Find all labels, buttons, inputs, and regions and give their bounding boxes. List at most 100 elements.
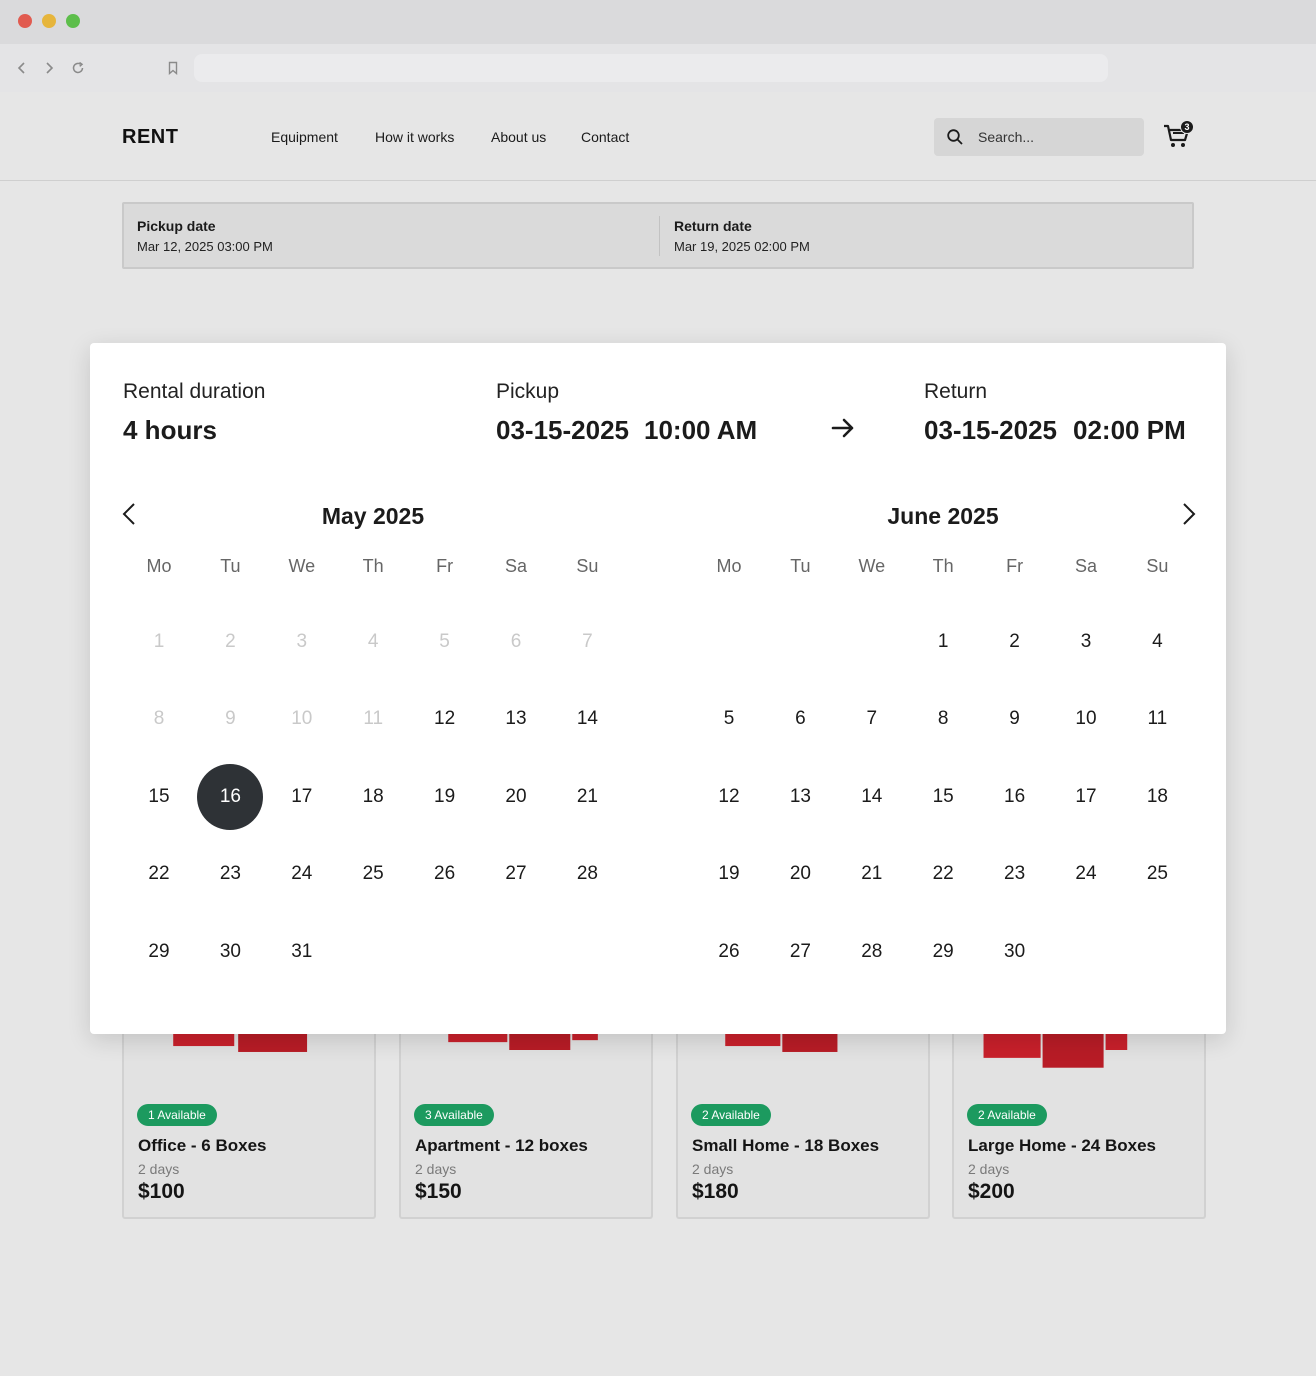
nav-link-about-us[interactable]: About us xyxy=(491,129,546,145)
calendar-day[interactable]: 18 xyxy=(345,769,401,825)
forward-icon[interactable] xyxy=(38,56,60,80)
product-card[interactable]: 1 Available Office - 6 Boxes 2 days $100 xyxy=(122,1020,376,1219)
calendar-day[interactable]: 24 xyxy=(274,846,330,902)
calendar-day[interactable]: 27 xyxy=(772,924,828,980)
calendar-day[interactable]: 22 xyxy=(131,846,187,902)
disabled-day: 8 xyxy=(153,708,165,730)
product-card[interactable]: 3 Available Apartment - 12 boxes 2 days … xyxy=(399,1020,653,1219)
weekday-header-fr: Fr xyxy=(436,556,454,576)
weekday-header-th: Th xyxy=(932,556,954,576)
site-logo[interactable]: RENT xyxy=(122,126,178,149)
calendar-day[interactable]: 24 xyxy=(1058,846,1114,902)
calendar-day[interactable]: 19 xyxy=(701,846,757,902)
pickup-date[interactable]: 03-15-2025 xyxy=(496,415,629,446)
calendar-day[interactable]: 15 xyxy=(915,769,971,825)
calendar-day[interactable]: 3 xyxy=(1058,614,1114,670)
calendar-day[interactable]: 22 xyxy=(915,846,971,902)
calendar-day[interactable]: 26 xyxy=(701,924,757,980)
product-card[interactable]: 2 Available Large Home - 24 Boxes 2 days… xyxy=(952,1020,1206,1219)
return-date-label: Return date xyxy=(674,218,752,234)
calendar-day[interactable]: 25 xyxy=(345,846,401,902)
calendar-day[interactable]: 31 xyxy=(274,924,330,980)
product-name[interactable]: Office - 6 Boxes xyxy=(138,1136,267,1156)
calendar-day[interactable]: 21 xyxy=(844,846,900,902)
calendar-day[interactable]: 26 xyxy=(417,846,473,902)
search-icon xyxy=(947,129,963,145)
product-name[interactable]: Apartment - 12 boxes xyxy=(415,1136,588,1156)
booking-date-bar[interactable] xyxy=(122,202,1194,269)
calendar-day[interactable]: 30 xyxy=(202,924,258,980)
weekday-header-mo: Mo xyxy=(146,556,172,576)
pickup-time[interactable]: 10:00 AM xyxy=(644,415,757,446)
calendar-day[interactable]: 20 xyxy=(488,769,544,825)
calendar-day[interactable]: 28 xyxy=(559,846,615,902)
availability-badge: 2 Available xyxy=(691,1104,771,1126)
calendar-day[interactable]: 8 xyxy=(915,691,971,747)
close-window-button[interactable] xyxy=(18,14,32,28)
return-date-value[interactable]: Mar 19, 2025 02:00 PM xyxy=(674,239,810,254)
selected-day[interactable]: 16 xyxy=(197,763,264,830)
calendar-day[interactable]: 5 xyxy=(701,691,757,747)
availability-badge: 2 Available xyxy=(967,1104,1047,1126)
nav-link-contact[interactable]: Contact xyxy=(581,129,629,145)
calendar-day[interactable]: 1 xyxy=(915,614,971,670)
calendar-day[interactable]: 10 xyxy=(1058,691,1114,747)
calendar-day[interactable]: 16 xyxy=(987,769,1043,825)
disabled-day: 9 xyxy=(225,708,236,730)
product-name[interactable]: Small Home - 18 Boxes xyxy=(692,1136,879,1156)
calendar-day[interactable]: 27 xyxy=(488,846,544,902)
address-bar[interactable] xyxy=(194,54,1108,82)
date-picker-modal: Rental duration 4 hours Pickup 03-15-202… xyxy=(90,343,1226,1034)
calendar-day[interactable]: 2 xyxy=(987,614,1043,670)
minimize-window-button[interactable] xyxy=(42,14,56,28)
calendar-day[interactable]: 30 xyxy=(987,924,1043,980)
calendar-day[interactable]: 13 xyxy=(772,769,828,825)
calendar-day[interactable]: 18 xyxy=(1129,769,1185,825)
calendar-day[interactable]: 21 xyxy=(559,769,615,825)
calendar-day[interactable]: 14 xyxy=(844,769,900,825)
back-icon[interactable] xyxy=(11,56,33,80)
calendar-day[interactable]: 25 xyxy=(1129,846,1185,902)
calendar-day[interactable]: 7 xyxy=(844,691,900,747)
return-time[interactable]: 02:00 PM xyxy=(1073,415,1186,446)
reload-icon[interactable] xyxy=(67,56,89,80)
month-title-may: May 2025 xyxy=(321,503,425,529)
calendar-day[interactable]: 23 xyxy=(202,846,258,902)
calendar-day[interactable]: 12 xyxy=(701,769,757,825)
disabled-day: 1 xyxy=(153,631,165,652)
search-input[interactable] xyxy=(972,119,1138,155)
arrow-right-icon xyxy=(831,418,854,438)
calendar-day[interactable]: 17 xyxy=(274,769,330,825)
calendar-day[interactable]: 15 xyxy=(131,769,187,825)
pickup-date-value[interactable]: Mar 12, 2025 03:00 PM xyxy=(137,239,273,254)
disabled-day: 4 xyxy=(367,631,379,652)
nav-link-equipment[interactable]: Equipment xyxy=(271,129,338,145)
product-name[interactable]: Large Home - 24 Boxes xyxy=(968,1136,1156,1156)
calendar-day[interactable]: 28 xyxy=(844,924,900,980)
calendar-day[interactable]: 14 xyxy=(559,691,615,747)
calendar-day[interactable]: 29 xyxy=(915,924,971,980)
calendar-day[interactable]: 13 xyxy=(488,691,544,747)
weekday-header-sa: Sa xyxy=(1074,556,1098,576)
weekday-header-fr: Fr xyxy=(1006,556,1024,576)
calendar-day[interactable]: 23 xyxy=(987,846,1043,902)
calendar-day[interactable]: 20 xyxy=(772,846,828,902)
maximize-window-button[interactable] xyxy=(66,14,80,28)
calendar-day[interactable]: 9 xyxy=(987,691,1043,747)
nav-link-how-it-works[interactable]: How it works xyxy=(375,129,454,145)
calendar-day[interactable]: 11 xyxy=(1129,691,1185,747)
weekday-header-we: We xyxy=(858,556,886,576)
calendar-day[interactable]: 12 xyxy=(417,691,473,747)
rental-duration-label: Rental duration xyxy=(123,380,266,403)
calendar-day[interactable]: 17 xyxy=(1058,769,1114,825)
next-month-icon[interactable] xyxy=(1176,501,1200,527)
bookmark-icon[interactable] xyxy=(162,56,184,80)
return-date[interactable]: 03-15-2025 xyxy=(924,415,1057,446)
calendar-day[interactable]: 29 xyxy=(131,924,187,980)
calendar-day[interactable]: 4 xyxy=(1129,614,1185,670)
weekday-header-th: Th xyxy=(362,556,384,576)
product-card[interactable]: 2 Available Small Home - 18 Boxes 2 days… xyxy=(676,1020,930,1219)
calendar-day[interactable]: 6 xyxy=(772,691,828,747)
previous-month-icon[interactable] xyxy=(118,501,142,527)
calendar-day[interactable]: 19 xyxy=(417,769,473,825)
